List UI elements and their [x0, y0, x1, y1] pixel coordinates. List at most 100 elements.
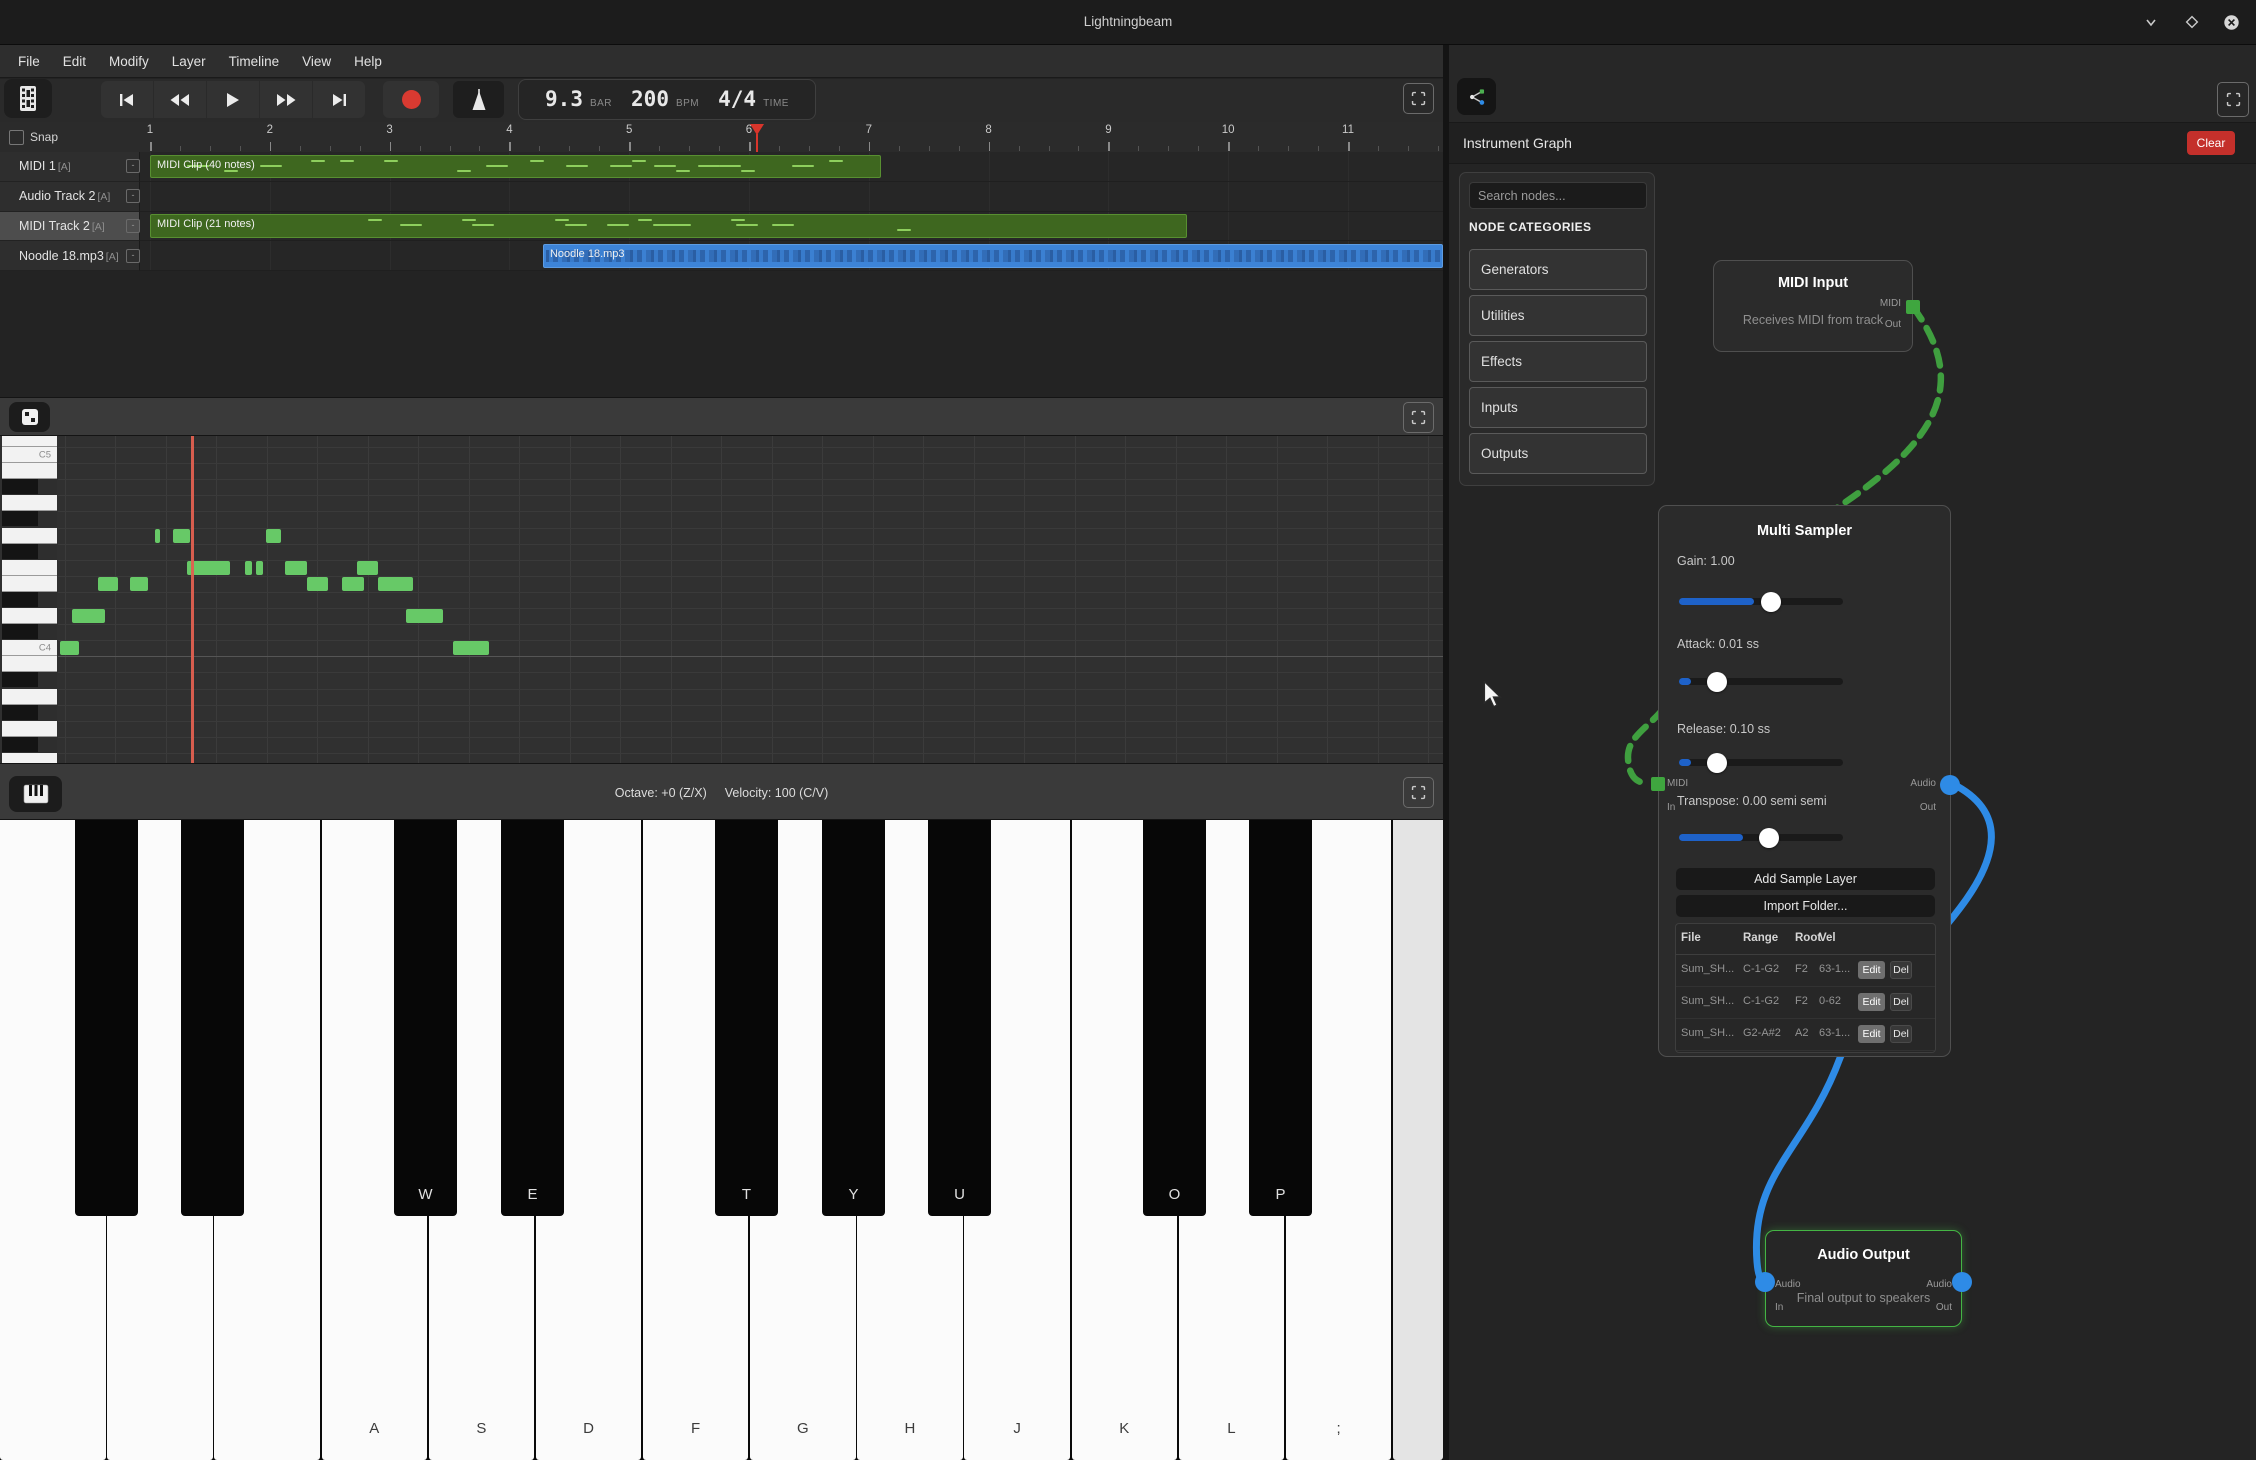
close-icon[interactable]	[2220, 11, 2242, 33]
snap-checkbox[interactable]	[9, 130, 24, 145]
roll-key-B4[interactable]	[2, 463, 57, 479]
track-row-midi-track-2[interactable]: MIDI Track 2[A]-	[0, 212, 140, 242]
edit-button[interactable]: Edit	[1858, 1025, 1885, 1043]
menu-item-modify[interactable]: Modify	[103, 52, 155, 71]
midi-note[interactable]	[245, 561, 252, 575]
fast-forward-button[interactable]	[260, 81, 312, 118]
midi-note[interactable]	[406, 609, 443, 623]
timeline-mode-button[interactable]	[4, 79, 52, 118]
roll-key-F#3[interactable]	[2, 737, 57, 753]
metronome-button[interactable]	[453, 81, 504, 118]
del-button[interactable]: Del	[1890, 1025, 1912, 1043]
black-key-E[interactable]: E	[501, 820, 564, 1216]
clear-graph-button[interactable]: Clear	[2187, 131, 2235, 155]
track-row-audio-track-2[interactable]: Audio Track 2[A]-	[0, 182, 140, 212]
midi-clip[interactable]: MIDI Clip (21 notes)	[150, 214, 1187, 238]
timeline-ruler[interactable]: Snap 1234567891011	[0, 122, 1443, 153]
midi-note[interactable]	[72, 609, 105, 623]
roll-key-C5[interactable]: C5	[2, 447, 57, 463]
roll-key-C4[interactable]: C4	[2, 640, 57, 656]
track-checkbox[interactable]: -	[126, 249, 140, 263]
piano-roll[interactable]: C5 C4	[0, 436, 1443, 763]
roll-key-A#3[interactable]	[2, 672, 57, 688]
roll-key-E4[interactable]	[2, 576, 57, 592]
rewind-button[interactable]	[154, 81, 206, 118]
track-row-noodle-18-mp3[interactable]: Noodle 18.mp3[A]-	[0, 241, 140, 271]
slider-track[interactable]	[1679, 759, 1843, 766]
audio-out-port[interactable]	[1940, 775, 1960, 795]
midi-note[interactable]	[130, 577, 148, 591]
midi-note[interactable]	[266, 529, 281, 543]
midi-note[interactable]	[60, 641, 79, 655]
audio-clip[interactable]: Noodle 18.mp3	[543, 244, 1443, 268]
menu-item-layer[interactable]: Layer	[166, 52, 212, 71]
slider-track[interactable]	[1679, 678, 1843, 685]
category-inputs[interactable]: Inputs	[1469, 387, 1647, 428]
midi-note[interactable]	[357, 561, 378, 575]
midi-in-port[interactable]	[1651, 777, 1665, 791]
roll-key-G3[interactable]	[2, 721, 57, 737]
slider-thumb[interactable]	[1761, 592, 1781, 612]
play-button[interactable]	[207, 81, 259, 118]
midi-note[interactable]	[342, 577, 364, 591]
search-input[interactable]	[1469, 182, 1647, 209]
midi-note[interactable]	[285, 561, 307, 575]
edit-button[interactable]: Edit	[1858, 993, 1885, 1011]
audio-in-port[interactable]	[1755, 1272, 1775, 1292]
black-key[interactable]	[181, 820, 244, 1216]
audio-output-node[interactable]: Audio Output Final output to speakers Au…	[1765, 1230, 1962, 1327]
roll-key-A4[interactable]	[2, 495, 57, 511]
roll-key-D#4[interactable]	[2, 592, 57, 608]
del-button[interactable]: Del	[1890, 993, 1912, 1011]
record-button[interactable]	[383, 81, 439, 118]
black-key-W[interactable]: W	[394, 820, 457, 1216]
track-row-midi-1[interactable]: MIDI 1[A]-	[0, 152, 140, 182]
roll-key-B3[interactable]	[2, 656, 57, 672]
midi-note[interactable]	[155, 529, 160, 543]
menu-item-view[interactable]: View	[296, 52, 337, 71]
piano-roll-mode-button[interactable]	[9, 402, 50, 432]
white-key-partial[interactable]	[1393, 820, 1443, 1460]
category-outputs[interactable]: Outputs	[1469, 433, 1647, 474]
roll-key-A3[interactable]	[2, 689, 57, 705]
midi-note[interactable]	[256, 561, 263, 575]
roll-key-C#4[interactable]	[2, 624, 57, 640]
menu-item-timeline[interactable]: Timeline	[223, 52, 286, 71]
roll-key-G#4[interactable]	[2, 511, 57, 527]
edit-button[interactable]: Edit	[1858, 961, 1885, 979]
menu-item-file[interactable]: File	[12, 52, 46, 71]
roll-key-F4[interactable]	[2, 560, 57, 576]
black-key-O[interactable]: O	[1143, 820, 1206, 1216]
midi-note[interactable]	[378, 577, 413, 591]
roll-key-D4[interactable]	[2, 608, 57, 624]
slider-thumb[interactable]	[1707, 672, 1727, 692]
skip-start-button[interactable]	[101, 81, 153, 118]
maximize-icon[interactable]	[2181, 11, 2203, 33]
black-key-Y[interactable]: Y	[822, 820, 885, 1216]
slider-thumb[interactable]	[1759, 828, 1779, 848]
midi-input-node[interactable]: MIDI Input Receives MIDI from track MIDI…	[1713, 260, 1913, 352]
black-key[interactable]	[75, 820, 138, 1216]
multi-sampler-node[interactable]: Multi Sampler Gain: 1.00Attack: 0.01 ssR…	[1658, 505, 1951, 1057]
black-key-P[interactable]: P	[1249, 820, 1312, 1216]
audio-out-port[interactable]	[1952, 1272, 1972, 1292]
roll-key-A#4[interactable]	[2, 479, 57, 495]
black-key-U[interactable]: U	[928, 820, 991, 1216]
roll-key-F#4[interactable]	[2, 544, 57, 560]
skip-end-button[interactable]	[313, 81, 365, 118]
category-effects[interactable]: Effects	[1469, 341, 1647, 382]
roll-key-G#3[interactable]	[2, 705, 57, 721]
track-lane[interactable]	[140, 182, 1443, 212]
menu-item-help[interactable]: Help	[348, 52, 388, 71]
midi-out-port[interactable]	[1906, 300, 1920, 314]
slider-thumb[interactable]	[1707, 753, 1727, 773]
timeline-expand-button[interactable]	[1403, 83, 1434, 114]
graph-mode-button[interactable]	[1457, 78, 1496, 115]
category-generators[interactable]: Generators	[1469, 249, 1647, 290]
track-checkbox[interactable]: -	[126, 219, 140, 233]
midi-note[interactable]	[173, 529, 190, 543]
piano-roll-expand-button[interactable]	[1403, 402, 1434, 433]
category-utilities[interactable]: Utilities	[1469, 295, 1647, 336]
midi-note[interactable]	[98, 577, 118, 591]
import-folder-button[interactable]: Import Folder...	[1676, 895, 1935, 917]
